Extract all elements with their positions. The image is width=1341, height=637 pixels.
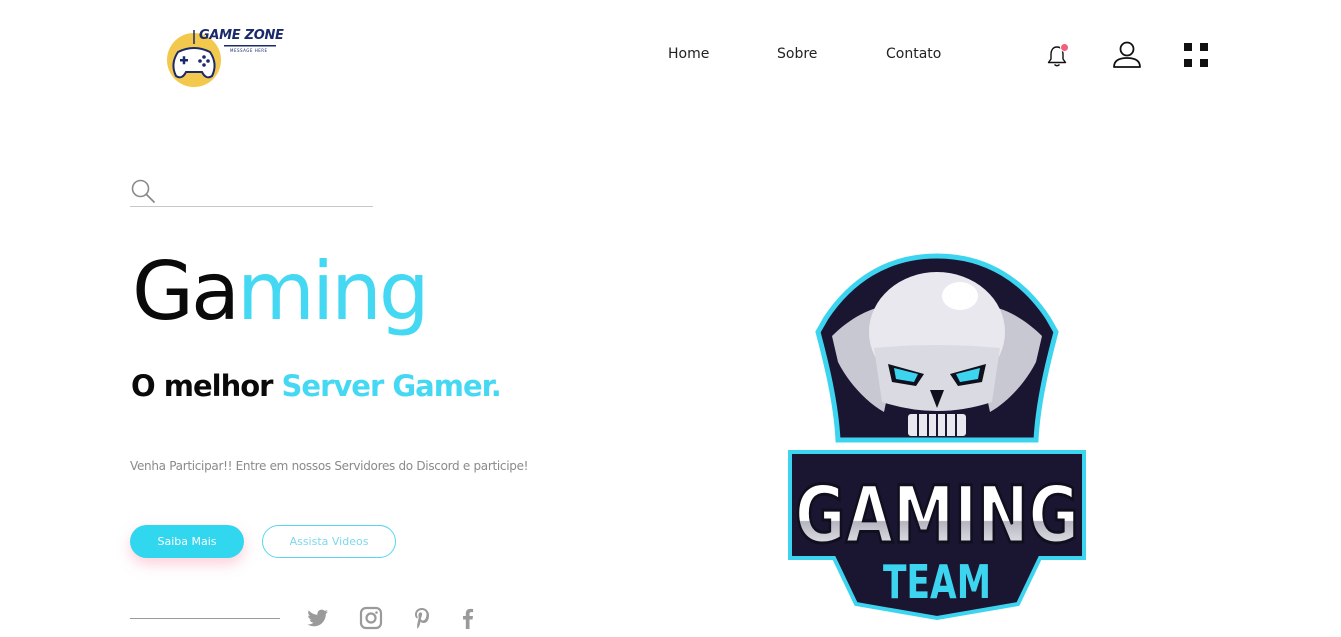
nav-link-home[interactable]: Home bbox=[668, 46, 728, 62]
grid-icon bbox=[1184, 43, 1192, 51]
saiba-mais-button[interactable]: Saiba Mais bbox=[130, 525, 244, 558]
pinterest-icon bbox=[415, 608, 429, 629]
hero-subtitle-accent: Server Gamer. bbox=[281, 369, 502, 403]
assista-videos-button[interactable]: Assista Videos bbox=[262, 525, 396, 558]
hero-subtitle: O melhor Server Gamer. bbox=[131, 369, 502, 403]
notifications-button[interactable] bbox=[1046, 43, 1069, 68]
facebook-icon bbox=[463, 608, 474, 629]
hero-subtitle-dark: O melhor bbox=[131, 369, 282, 403]
logo-tagline: MESSAGE HERE bbox=[230, 48, 268, 53]
emblem-line1: GAMING bbox=[795, 471, 1079, 561]
hero-title: Gaming bbox=[132, 252, 430, 332]
twitter-link[interactable] bbox=[305, 605, 331, 631]
profile-button[interactable] bbox=[1112, 41, 1142, 69]
facebook-link[interactable] bbox=[455, 605, 481, 631]
notification-badge bbox=[1060, 43, 1069, 52]
twitter-icon bbox=[307, 609, 328, 627]
menu-grid-button[interactable] bbox=[1184, 43, 1208, 67]
search-bar bbox=[130, 178, 373, 207]
logo-brand-text: GAME ZONE bbox=[199, 28, 284, 43]
hero-title-dark: Ga bbox=[132, 245, 240, 338]
gaming-team-emblem: GAMING TEAM bbox=[786, 252, 1088, 624]
social-divider bbox=[130, 618, 280, 619]
hero-description: Venha Participar!! Entre em nossos Servi… bbox=[130, 459, 529, 473]
nav-link-sobre[interactable]: Sobre bbox=[777, 46, 837, 62]
skull-emblem-icon: GAMING TEAM bbox=[788, 253, 1086, 621]
grid-icon bbox=[1200, 59, 1208, 67]
nav-link-contato[interactable]: Contato bbox=[886, 46, 966, 62]
grid-icon bbox=[1184, 59, 1192, 67]
grid-icon bbox=[1200, 43, 1208, 51]
user-icon bbox=[1113, 41, 1141, 68]
search-icon[interactable] bbox=[130, 178, 156, 204]
hero-title-accent: ming bbox=[237, 245, 430, 338]
emblem-line2: TEAM bbox=[883, 555, 991, 609]
instagram-icon bbox=[359, 606, 383, 630]
search-input[interactable] bbox=[162, 180, 367, 202]
game-zone-logo[interactable]: GAME ZONE MESSAGE HERE bbox=[166, 26, 284, 90]
pinterest-link[interactable] bbox=[409, 605, 435, 631]
instagram-link[interactable] bbox=[358, 605, 384, 631]
